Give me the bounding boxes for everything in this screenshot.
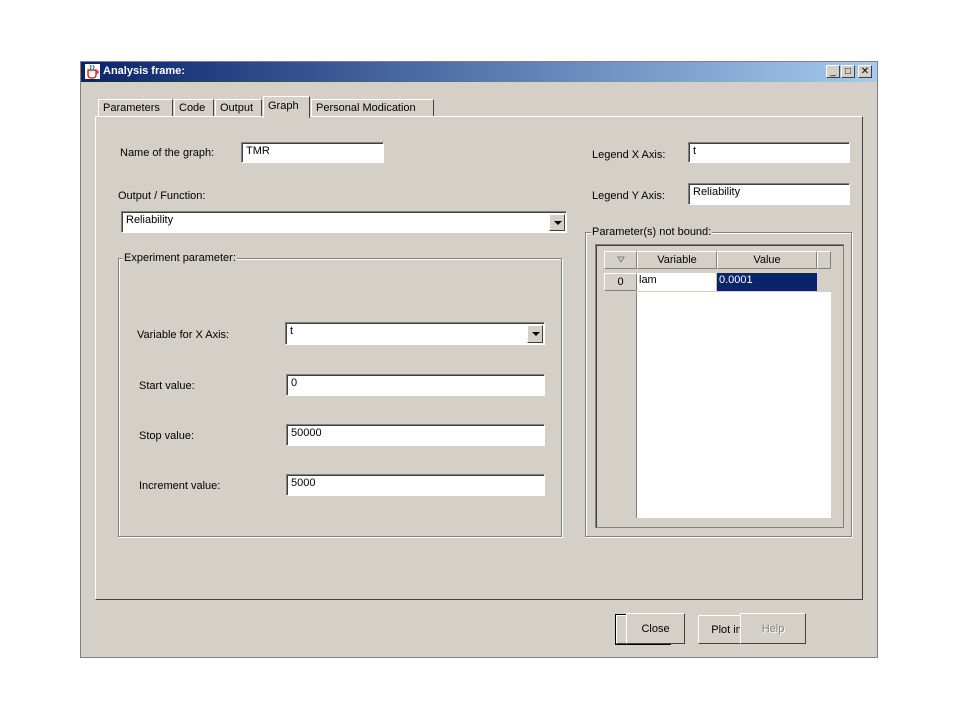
tab-label: Parameters (103, 102, 160, 114)
tab-label: Output (220, 102, 254, 114)
minimize-icon: _ (830, 66, 836, 77)
x-axis-variable-label: Variable for X Axis: (137, 329, 230, 341)
analysis-window: Analysis frame: _ □ ✕ Parameters Code Ou… (80, 61, 878, 658)
tab-label: Personal Modication (316, 102, 416, 114)
window-title: Analysis frame: (103, 65, 185, 77)
tab-code[interactable]: Code (174, 99, 214, 117)
table-cell-variable[interactable]: lam (637, 273, 717, 291)
column-header-filler (817, 251, 831, 269)
stop-value-label: Stop value: (139, 430, 195, 442)
tab-personal-modication[interactable]: Personal Modication (311, 99, 434, 117)
start-value-label: Start value: (139, 380, 195, 392)
legend-y-label: Legend Y Axis: (592, 190, 665, 202)
help-button[interactable]: Help (740, 613, 806, 644)
minimize-button[interactable]: _ (826, 65, 840, 78)
tab-graph[interactable]: Graph (263, 96, 310, 118)
x-axis-variable-select[interactable]: t (285, 322, 545, 345)
chevron-down-icon[interactable] (527, 325, 543, 343)
maximize-button[interactable]: □ (841, 65, 855, 78)
legend-x-label: Legend X Axis: (592, 149, 666, 161)
unbound-table-body (637, 292, 831, 518)
maximize-icon: □ (844, 66, 852, 77)
column-header-value[interactable]: Value (717, 251, 817, 269)
table-cell-value[interactable]: 0.0001 (717, 273, 817, 291)
graph-name-input[interactable]: TMR (241, 142, 384, 163)
output-function-select[interactable]: Reliability (121, 211, 567, 233)
tab-label: Code (179, 102, 206, 114)
start-value-input[interactable]: 0 (286, 374, 545, 396)
close-button[interactable]: Close (626, 613, 685, 644)
column-header-variable[interactable]: Variable (637, 251, 717, 269)
chevron-down-icon[interactable] (549, 214, 565, 231)
close-icon: ✕ (860, 66, 870, 77)
table-corner-icon (604, 251, 637, 269)
unbound-parameters-title: Parameter(s) not bound: (591, 226, 713, 238)
tab-label: Graph (268, 100, 299, 112)
row-header[interactable]: 0 (604, 273, 637, 291)
graph-panel: Name of the graph: TMR Legend X Axis: t … (95, 116, 863, 645)
legend-y-input[interactable]: Reliability (688, 183, 850, 205)
increment-value-label: Increment value: (139, 480, 221, 492)
close-window-button[interactable]: ✕ (858, 65, 872, 78)
stop-value-input[interactable]: 50000 (286, 424, 545, 446)
experiment-parameter-title: Experiment parameter: (123, 252, 237, 264)
tab-parameters[interactable]: Parameters (98, 99, 173, 117)
output-function-label: Output / Function: (118, 190, 206, 202)
tab-output[interactable]: Output (215, 99, 262, 117)
row-header-column (604, 292, 637, 518)
java-cup-icon (85, 64, 100, 79)
legend-x-input[interactable]: t (688, 142, 850, 163)
graph-name-label: Name of the graph: (120, 147, 215, 159)
title-bar[interactable]: Analysis frame: _ □ ✕ (81, 62, 877, 82)
increment-value-input[interactable]: 5000 (286, 474, 545, 496)
